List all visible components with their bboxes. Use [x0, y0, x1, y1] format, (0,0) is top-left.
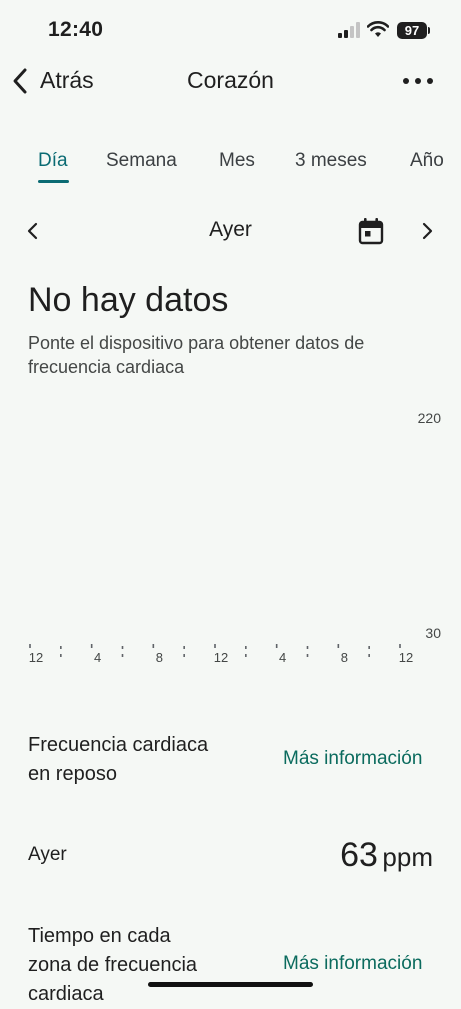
x-minor-tick-bottom [306, 654, 309, 657]
tab-3-months[interactable]: 3 meses [295, 150, 367, 172]
resting-hr-title-line2: en reposo [28, 763, 117, 785]
x-tick-label: 8 [156, 650, 163, 665]
next-day-icon[interactable] [420, 220, 434, 242]
x-minor-tick-bottom [60, 654, 62, 657]
battery-icon: 97 [397, 22, 427, 39]
no-data-title: No hay datos [28, 281, 229, 319]
x-tick-label: 12 [214, 650, 228, 665]
resting-hr-number: 63 [340, 836, 378, 874]
x-minor-tick-top [306, 646, 309, 649]
x-tick-label: 4 [279, 650, 286, 665]
page-title: Corazón [187, 67, 274, 93]
x-tick-label: 8 [341, 650, 348, 665]
resting-hr-day-label: Ayer [28, 844, 67, 865]
x-tick-label: 12 [29, 650, 43, 665]
x-minor-tick-top [183, 646, 185, 649]
x-major-tick [90, 644, 93, 648]
y-tick-label-max: 220 [418, 410, 442, 426]
date-label: Ayer [209, 218, 252, 241]
x-minor-tick-top [60, 646, 62, 649]
x-major-tick [152, 644, 155, 648]
x-tick-label: 4 [94, 650, 101, 665]
x-minor-tick-bottom [245, 654, 247, 657]
x-major-tick [214, 644, 216, 648]
resting-hr-title-line1: Frecuencia cardiaca [28, 734, 209, 756]
x-major-tick [337, 644, 340, 648]
x-major-tick [399, 644, 401, 648]
tab-day[interactable]: Día [38, 150, 68, 172]
calendar-icon[interactable] [357, 216, 385, 246]
home-indicator [148, 982, 313, 987]
x-minor-tick-bottom [183, 654, 185, 657]
heart-rate-chart: 220 30 12 4 8 12 4 8 12 [29, 410, 442, 665]
x-minor-tick-bottom [121, 654, 124, 657]
x-minor-tick-top [245, 646, 247, 649]
x-minor-tick-top [121, 646, 124, 649]
x-major-tick [29, 644, 31, 648]
x-major-tick [275, 644, 278, 648]
x-minor-tick-top [368, 646, 370, 649]
resting-hr-title: Frecuencia cardiaca en reposo [28, 731, 208, 789]
status-time: 12:40 [48, 18, 104, 41]
hr-zones-title-line2: zona de frecuencia [28, 954, 198, 976]
resting-hr-value: 63 ppm [340, 836, 433, 875]
battery-tip [428, 27, 430, 34]
x-tick-label: 12 [399, 650, 413, 665]
tab-year[interactable]: Año [410, 150, 443, 172]
active-tab-indicator [38, 180, 69, 183]
resting-hr-unit: ppm [382, 842, 433, 872]
hr-zones-title-line1: Tiempo en cada [28, 925, 171, 947]
hr-zones-title: Tiempo en cada zona de frecuencia cardia… [28, 922, 197, 1009]
wifi-icon [367, 21, 389, 37]
hr-zones-more-info-link[interactable]: Más información [283, 953, 422, 975]
x-minor-tick-bottom [368, 654, 370, 657]
no-data-subtitle: Ponte el dispositivo para obtener datos … [28, 333, 365, 377]
cellular-signal-icon [338, 22, 360, 38]
y-tick-label-min: 30 [425, 625, 441, 641]
tab-week[interactable]: Semana [106, 150, 177, 172]
tab-month[interactable]: Mes [219, 150, 255, 172]
resting-hr-more-info-link[interactable]: Más información [283, 748, 422, 770]
more-options-icon[interactable] [402, 76, 434, 86]
